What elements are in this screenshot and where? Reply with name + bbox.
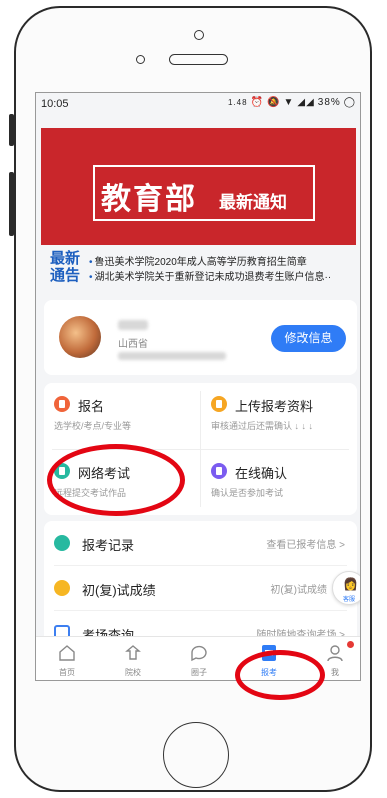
grid-item-sub: 审核通过后还需确认 ↓ ↓ ↓ [211,421,314,431]
grid-item-sub: 确认是否参加考试 [211,488,284,498]
home-button[interactable] [163,722,229,788]
blurred-id [118,352,226,360]
notice-item-text: 湖北美术学院关于重新登记未成功退费考生账户信息·· [94,272,332,283]
chat-icon [191,645,207,662]
notice-item[interactable]: • 湖北美术学院关于重新登记未成功退费考生账户信息·· [89,268,331,283]
list-item-hint: 初(复)试成绩 [270,585,327,596]
alarm-icon: ⏰ [250,97,265,108]
status-icons: 1.48 ⏰ 🔕 ▼ ◢◢ 38% ◯ [228,97,356,108]
customer-service-icon: 👩 [343,577,358,591]
grid-item-sub: 选学校/考点/专业等 [54,421,132,431]
grid-item-upload[interactable]: 上传报考资料 审核通过后还需确认 ↓ ↓ ↓ [201,383,357,449]
home-icon [59,645,75,661]
list-item-label: 报考记录 [82,538,135,553]
grid-item-title: 报名 [78,399,105,414]
profile-region: 山西省 [118,339,148,350]
notice-label: 最新 通告 [50,249,81,284]
battery-icon: ◯ [343,97,356,108]
upload-icon [211,396,227,412]
status-bar: 10:05 1.48 ⏰ 🔕 ▼ ◢◢ 38% ◯ [36,93,360,115]
scores-icon [54,580,70,596]
list-item-label: 初(复)试成绩 [82,583,156,598]
sensor [136,55,145,64]
tab-home[interactable]: 首页 [40,637,94,680]
tab-school[interactable]: 院校 [106,637,160,680]
notice-item-text: 鲁迅美术学院2020年成人高等学历教育招生简章 [94,257,307,268]
signal-icon: ◢◢ [297,97,315,108]
camera [194,30,204,40]
list-item-scores[interactable]: 初(复)试成绩 初(复)试成绩 [44,566,357,611]
news-banner[interactable]: 教育部 最新通知 [41,128,356,245]
speaker [169,54,228,65]
annotation-circle-apply-tab [235,650,325,700]
school-icon [125,645,141,660]
list-item-records[interactable]: 报考记录 查看已报考信息 > [44,521,357,566]
user-icon [327,645,343,662]
customer-service-button[interactable]: 👩 客服 [332,571,360,605]
notification-dot [347,641,354,648]
banner-subtitle: 最新通知 [219,193,287,213]
mute-icon: 🔕 [267,97,281,108]
battery-percent: 38% [317,97,341,108]
notice-bar: 最新 通告 • 鲁迅美术学院2020年成人高等学历教育招生简章 • 湖北美术学院关于重… [41,247,356,291]
list-item-hint: 查看已报考信息 > [266,540,345,551]
tab-label: 圈子 [191,668,207,677]
blurred-name [118,320,148,330]
tab-label: 首页 [59,668,75,677]
annotation-circle-online-exam [47,444,185,516]
records-icon [54,535,70,551]
register-icon [54,396,70,412]
grid-item-title: 上传报考资料 [235,399,314,414]
customer-service-label: 客服 [342,597,355,603]
grid-item-title: 在线确认 [235,466,288,481]
network-speed: 1.48 [228,98,248,107]
confirm-icon [211,463,227,479]
tab-label: 院校 [125,668,141,677]
wifi-icon: ▼ [283,97,295,108]
profile-card: 山西省 修改信息 [44,300,357,375]
status-time: 10:05 [41,98,69,110]
screen: 10:05 1.48 ⏰ 🔕 ▼ ◢◢ 38% ◯ 教育部 最新通知 最新 通告 … [35,92,361,681]
banner-title: 教育部 [101,182,197,217]
edit-info-button[interactable]: 修改信息 [271,325,346,352]
notice-item[interactable]: • 鲁迅美术学院2020年成人高等学历教育招生简章 [89,253,307,268]
grid-item-register[interactable]: 报名 选学校/考点/专业等 [44,383,200,449]
tab-circle[interactable]: 圈子 [172,637,226,680]
avatar [59,316,101,358]
grid-item-confirm[interactable]: 在线确认 确认是否参加考试 [201,450,357,516]
